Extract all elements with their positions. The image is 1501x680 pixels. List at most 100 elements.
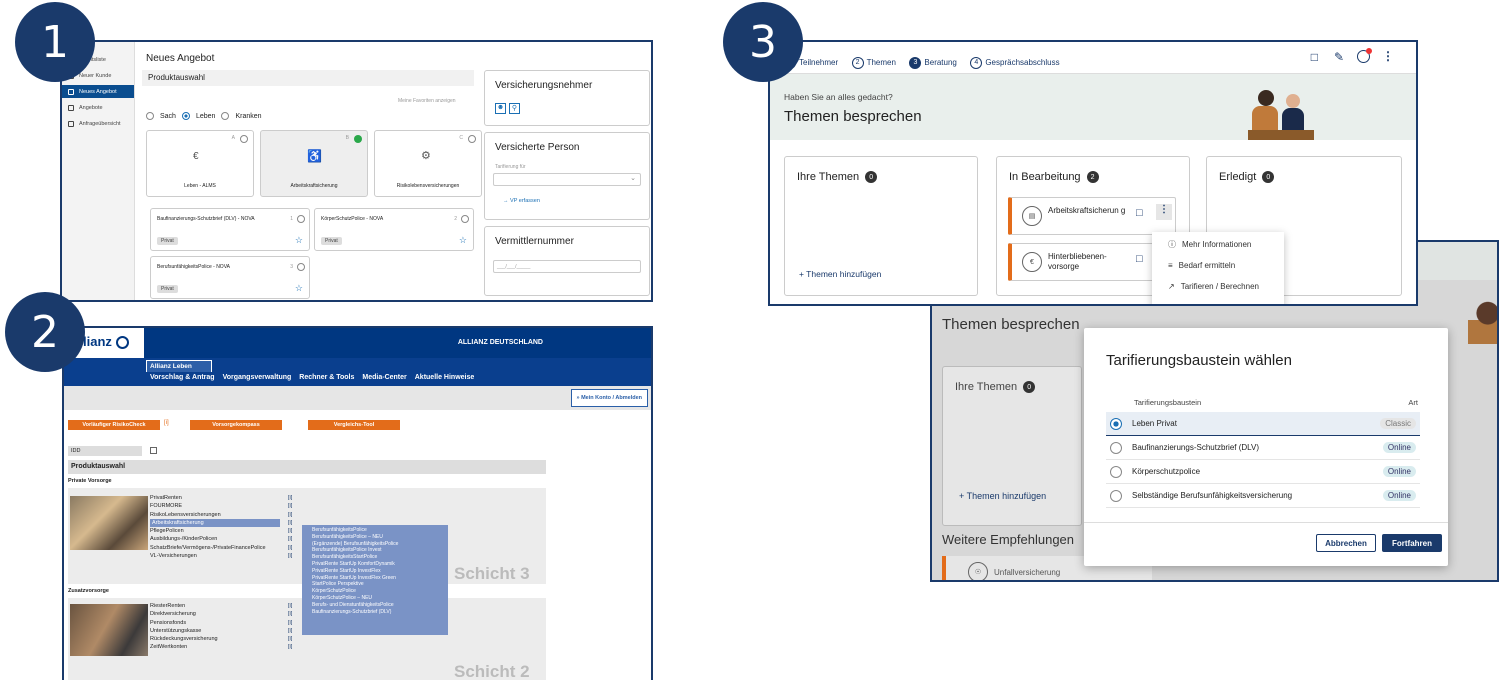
- product-link[interactable]: ZeitWertkonten: [150, 643, 350, 651]
- option-radio[interactable]: [1110, 441, 1122, 454]
- sidebar-item-neues-angebot[interactable]: Neues Angebot: [62, 85, 134, 98]
- step-beratung[interactable]: 3 Beratung: [909, 56, 957, 69]
- favorites-link[interactable]: Meine Favoriten anzeigen: [398, 98, 456, 104]
- nav-vorgangsverwaltung[interactable]: Vorgangsverwaltung: [223, 374, 292, 381]
- product-tile-koerperschutz[interactable]: KörperSchutzPolice - NOVA 2 Privat ☆: [314, 208, 474, 251]
- search-icon[interactable]: ⚲: [509, 103, 520, 114]
- submenu-item[interactable]: BerufsunfähigkeitsPolice: [302, 527, 448, 534]
- option-row[interactable]: Leben Privat Classic: [1106, 412, 1420, 436]
- option-radio[interactable]: [1110, 465, 1122, 478]
- product-radio[interactable]: [461, 215, 469, 223]
- product-link[interactable]: PrivatRenten: [150, 494, 350, 502]
- product-card-c[interactable]: C ⚙ Risikolebensversicherungen: [374, 130, 482, 197]
- option-radio[interactable]: [1110, 489, 1122, 502]
- radio-leben[interactable]: [181, 112, 190, 120]
- submenu-item[interactable]: Berufs- und DienstunfähigkeitsPolice: [302, 602, 448, 609]
- option-radio[interactable]: [1110, 417, 1122, 430]
- menu-item-tarifieren[interactable]: ↗ Tarifieren / Berechnen: [1152, 276, 1284, 297]
- product-link[interactable]: FOURMORE: [150, 502, 350, 510]
- menu-item-mehr-informationen[interactable]: ⓘ Mehr Informationen: [1152, 234, 1284, 255]
- card-radio[interactable]: [468, 135, 476, 143]
- submenu-item[interactable]: PrivatRente StartUp KomfortDynamik: [302, 561, 448, 568]
- info-icon[interactable]: [i]: [288, 519, 292, 527]
- submenu-item[interactable]: BerufsunfähigkeitsPolice Invest: [302, 547, 448, 554]
- submenu-item[interactable]: PrivatRente StartUp InvestFlex: [302, 568, 448, 575]
- add-themen-link[interactable]: + Themen hinzufügen: [959, 491, 1046, 501]
- product-tile-baufinanzierung[interactable]: Baufinanzierungs-Schutzbrief (DLV) - NOV…: [150, 208, 310, 251]
- radio-sach[interactable]: [146, 112, 154, 120]
- product-link[interactable]: RisikoLebensversicherungen: [150, 511, 350, 519]
- product-card-a[interactable]: A € Leben - ALMS: [146, 130, 254, 197]
- vp-erfassen-link[interactable]: → VP erfassen: [503, 198, 540, 204]
- product-card-b[interactable]: B ♿ Arbeitskraftsicherung: [260, 130, 368, 197]
- add-note-icon[interactable]: □: [1311, 50, 1318, 64]
- topic-card-arbeitskraftsicherung[interactable]: ▤ Arbeitskraftsicherun g □ ⋮: [1008, 197, 1176, 235]
- submenu-item[interactable]: KörperSchutzPolice – NEU: [302, 595, 448, 602]
- menu-item-bedarf-ermitteln[interactable]: ≡ Bedarf ermitteln: [1152, 255, 1284, 276]
- info-icon[interactable]: [i]: [288, 643, 292, 651]
- info-icon[interactable]: [i]: [288, 610, 292, 618]
- comment-add-icon[interactable]: □: [1136, 253, 1143, 265]
- submenu-item[interactable]: BerufsunfähigkeitsStartPolice: [302, 554, 448, 561]
- comment-add-icon[interactable]: □: [1136, 207, 1143, 219]
- idd-checkbox[interactable]: [150, 447, 157, 454]
- notification-icon[interactable]: [1357, 48, 1372, 63]
- vergleichs-tool-button[interactable]: Vergleichs-Tool: [308, 420, 400, 430]
- info-icon[interactable]: [i]: [288, 602, 292, 610]
- info-icon[interactable]: [i]: [288, 544, 292, 552]
- sidebar-item-angebote[interactable]: Angebote: [62, 101, 134, 114]
- cancel-button[interactable]: Abbrechen: [1316, 534, 1376, 552]
- risikocheck-button[interactable]: Vorläufiger RisikoCheck: [68, 420, 160, 430]
- submenu-item[interactable]: PrivatRente StartUp InvestFlex Green: [302, 575, 448, 582]
- product-tile-bu[interactable]: BerufsunfähigkeitsPolice - NOVA 3 Privat…: [150, 256, 310, 299]
- panel-3-screenshot: 1Teilnehmer 2Themen 3Beratung 4Gesprächs…: [768, 40, 1418, 306]
- submenu-item[interactable]: BerufsunfähigkeitsPolice – NEU: [302, 534, 448, 541]
- info-icon[interactable]: [i]: [288, 502, 292, 510]
- option-row[interactable]: Körperschutzpolice Online: [1106, 460, 1420, 484]
- info-icon[interactable]: [i]: [288, 552, 292, 560]
- info-icon[interactable]: [i]: [164, 420, 169, 426]
- star-icon[interactable]: ☆: [295, 283, 303, 294]
- info-icon[interactable]: [i]: [288, 635, 292, 643]
- tab-allianz-leben[interactable]: Allianz Leben: [146, 360, 212, 372]
- nav-vorschlag-antrag[interactable]: Vorschlag & Antrag: [150, 374, 215, 381]
- product-radio[interactable]: [297, 263, 305, 271]
- more-vertical-icon[interactable]: ⋮: [1156, 204, 1172, 220]
- intro-question: Haben Sie an alles gedacht?: [784, 92, 893, 102]
- star-icon[interactable]: ☆: [295, 235, 303, 246]
- nav-media-center[interactable]: Media-Center: [362, 374, 406, 381]
- more-vertical-icon[interactable]: ⋮: [1382, 49, 1394, 63]
- nav-rechner-tools[interactable]: Rechner & Tools: [299, 374, 354, 381]
- sidebar-item-anfrageuebersicht[interactable]: Anfrageübersicht: [62, 117, 134, 130]
- card-radio[interactable]: [240, 135, 248, 143]
- add-themen-link[interactable]: + Themen hinzufügen: [799, 269, 881, 279]
- step-themen[interactable]: 2 Themen: [851, 56, 896, 69]
- edit-icon[interactable]: ✎: [1334, 50, 1344, 64]
- option-row[interactable]: Selbständige Berufsunfähigkeitsversicher…: [1106, 484, 1420, 508]
- submenu-item[interactable]: KörperSchutzPolice: [302, 588, 448, 595]
- product-link[interactable]: Rückdeckungsversicherung: [150, 635, 350, 643]
- account-logout-button[interactable]: » Mein Konto / Abmelden: [570, 389, 648, 407]
- submenu-item[interactable]: (Ergänzende) BerufsunfähigkeitsPolice: [302, 541, 448, 548]
- radio-kranken[interactable]: [221, 112, 230, 120]
- info-icon[interactable]: [i]: [288, 494, 292, 502]
- nav-aktuelle-hinweise[interactable]: Aktuelle Hinweise: [415, 374, 475, 381]
- info-icon[interactable]: [i]: [288, 527, 292, 535]
- info-icon[interactable]: [i]: [288, 619, 292, 627]
- submenu-item[interactable]: Baufinanzierungs-Schutzbrief (DLV): [302, 609, 448, 616]
- vermittlernummer-input[interactable]: ___/___/_____: [493, 260, 641, 273]
- vorsorgekompass-button[interactable]: Vorsorgekompass: [190, 420, 282, 430]
- topic-card-hinterbliebenenvorsorge[interactable]: € Hinterbliebenen- vorsorge □: [1008, 243, 1176, 281]
- step-gespraechsabschluss[interactable]: 4 Gesprächsabschluss: [970, 56, 1060, 69]
- product-link-arbeitskraftsicherung[interactable]: Arbeitskraftsicherung: [150, 518, 280, 528]
- info-icon[interactable]: [i]: [288, 535, 292, 543]
- submenu-item[interactable]: StartPolice Perspektive: [302, 581, 448, 588]
- continue-button[interactable]: Fortfahren: [1382, 534, 1442, 552]
- tarifierung-select[interactable]: ⌄: [493, 173, 641, 186]
- info-icon[interactable]: [i]: [288, 511, 292, 519]
- info-icon[interactable]: [i]: [288, 627, 292, 635]
- product-radio[interactable]: [297, 215, 305, 223]
- person-icon[interactable]: ☻: [495, 103, 506, 114]
- option-row[interactable]: Baufinanzierungs-Schutzbrief (DLV) Online: [1106, 436, 1420, 460]
- star-icon[interactable]: ☆: [459, 235, 467, 246]
